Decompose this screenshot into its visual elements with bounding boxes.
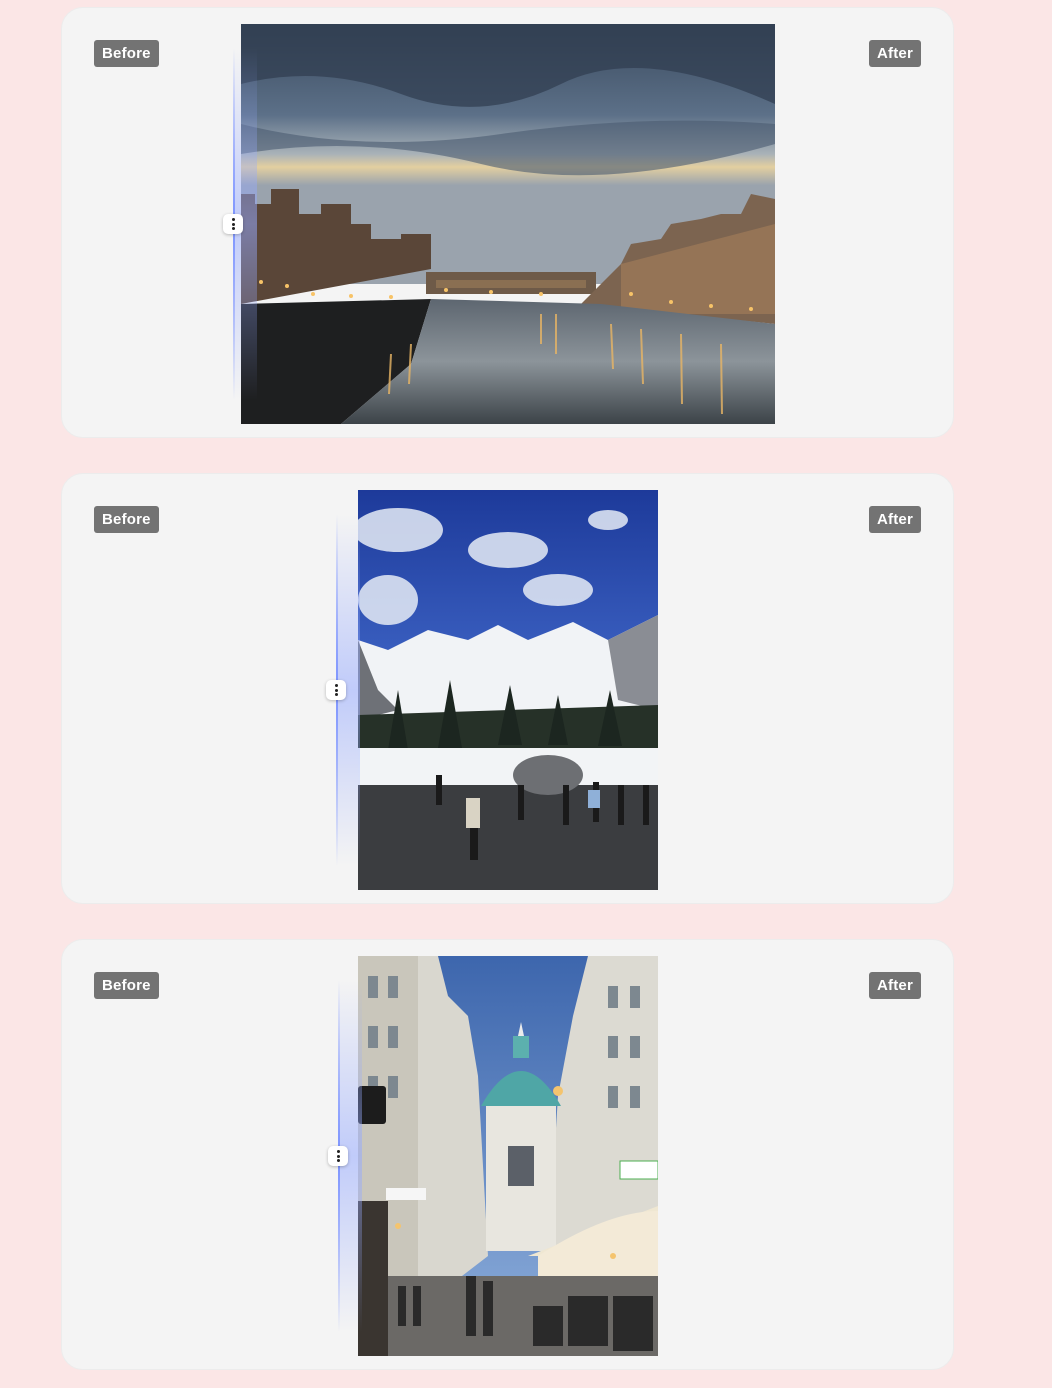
comparison-image-mountains: [358, 490, 658, 890]
slider-handle[interactable]: [223, 214, 243, 234]
vertical-ellipsis-icon: [334, 684, 338, 696]
comparison-image-street: [358, 956, 658, 1356]
after-label: After: [868, 40, 921, 67]
after-label: After: [868, 972, 921, 999]
comparison-image-river: [241, 24, 775, 424]
vertical-ellipsis-icon: [231, 218, 235, 230]
vertical-ellipsis-icon: [336, 1150, 340, 1162]
comparison-card-2: Before After: [61, 473, 954, 904]
before-label: Before: [94, 972, 159, 999]
before-label: Before: [94, 40, 159, 67]
slider-handle[interactable]: [328, 1146, 348, 1166]
slider-handle[interactable]: [326, 680, 346, 700]
after-label: After: [868, 506, 921, 533]
comparison-card-3: Before After: [61, 939, 954, 1370]
before-label: Before: [94, 506, 159, 533]
comparison-card-1: Before After: [61, 7, 954, 438]
